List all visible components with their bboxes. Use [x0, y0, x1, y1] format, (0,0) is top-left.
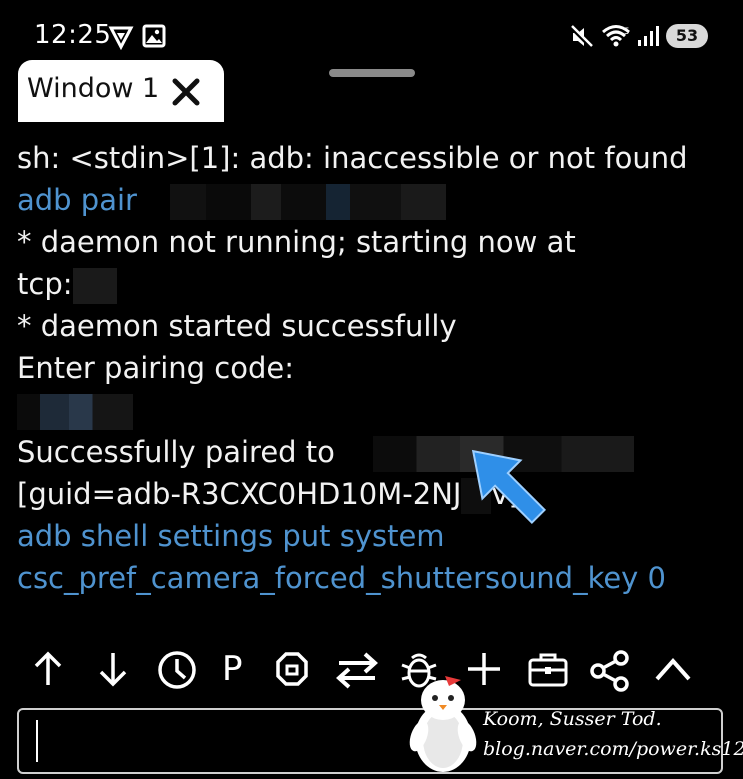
status-time: 12:25 [34, 20, 112, 50]
terminal-line-text: [guid=adb-R3CXC0HD10M-2NJ [17, 477, 462, 511]
terminal-line [17, 389, 727, 431]
terminal-line: Successfully paired to [17, 431, 727, 473]
terminal-command-text: adb shell settings put system [17, 519, 445, 553]
mute-icon [569, 24, 595, 54]
terminal-line-text: Enter pairing code: [17, 351, 294, 385]
blog-watermark: Koom, Susser Tod. blog.naver.com/power.k… [405, 670, 743, 778]
history-clock-icon[interactable] [151, 643, 203, 695]
terminal-line: * daemon not running; starting now at [17, 221, 727, 263]
terminal-command-text: adb pair [17, 183, 147, 217]
terminal-line-text: tcp: [17, 267, 73, 301]
drag-handle[interactable] [329, 69, 415, 77]
paste-icon[interactable] [266, 643, 318, 695]
status-bar: 12:25 5 53 [0, 0, 743, 66]
terminal-line-text: sh: <stdin>[1]: adb: inaccessible or not… [17, 141, 688, 175]
arrow-down-icon[interactable] [87, 643, 139, 695]
terminal-line: [guid=adb-R3CXC0HD10M-2NJv] [17, 473, 727, 515]
tab-window-1[interactable]: Window 1 [18, 60, 224, 122]
swap-arrows-icon[interactable] [329, 643, 381, 695]
signal-icon [636, 24, 660, 52]
terminal-line: Enter pairing code: [17, 347, 727, 389]
svg-text:5: 5 [624, 27, 630, 37]
terminal-line: csc_pref_camera_forced_shuttersound_key … [17, 557, 727, 599]
terminal-line: adb shell settings put system [17, 515, 727, 557]
redacted-pixel-block [72, 268, 117, 304]
penguin-mascot-icon [409, 676, 477, 772]
p-key-label: P [222, 649, 243, 689]
annotation-arrow-icon [440, 418, 570, 552]
p-key-icon[interactable]: P [214, 643, 266, 695]
redacted-pixel-block [17, 394, 133, 430]
vpn-shield-icon [108, 24, 134, 54]
terminal-line: tcp: [17, 263, 727, 305]
terminal-line-text: * daemon started successfully [17, 309, 457, 343]
close-icon[interactable] [171, 77, 201, 111]
redacted-pixel-block [146, 184, 447, 220]
terminal-output[interactable]: sh: <stdin>[1]: adb: inaccessible or not… [17, 137, 727, 599]
watermark-line-2: blog.naver.com/power.ks123 [483, 738, 743, 760]
wifi-icon: 5 [602, 24, 632, 52]
battery-indicator: 53 [666, 24, 708, 48]
terminal-line-text: Successfully paired to [17, 435, 345, 469]
terminal-line-text: * daemon not running; starting now at [17, 225, 576, 259]
terminal-command-text: csc_pref_camera_forced_shuttersound_key … [17, 561, 667, 595]
terminal-line: * daemon started successfully [17, 305, 727, 347]
terminal-line: adb pair [17, 179, 727, 221]
tab-label: Window 1 [27, 73, 160, 104]
image-icon [142, 24, 166, 52]
text-caret [36, 720, 38, 762]
terminal-line: sh: <stdin>[1]: adb: inaccessible or not… [17, 137, 727, 179]
arrow-up-icon[interactable] [22, 643, 74, 695]
watermark-line-1: Koom, Susser Tod. [483, 708, 662, 730]
